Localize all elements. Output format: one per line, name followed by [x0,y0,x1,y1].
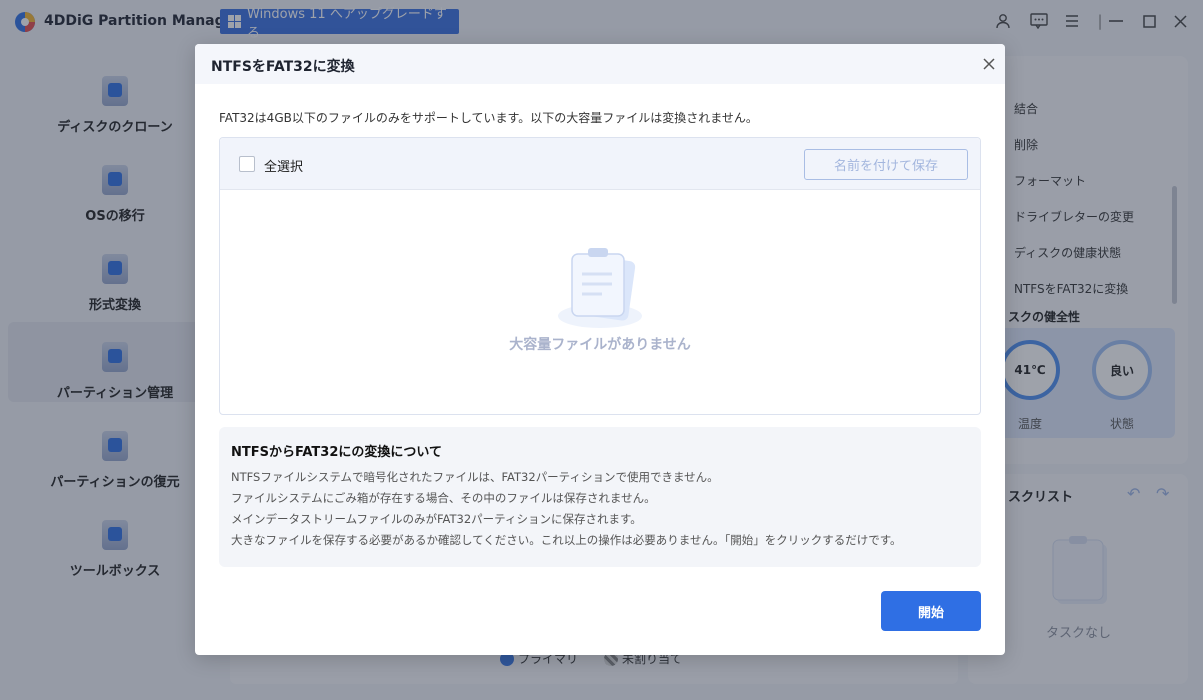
dialog-note: FAT32は4GB以下のファイルのみをサポートしています。以下の大容量ファイルは… [219,111,758,125]
select-all-label[interactable]: 全選択 [264,156,303,175]
convert-dialog: NTFSをFAT32に変換 FAT32は4GB以下のファイルのみをサポートしてい… [195,44,1005,655]
large-file-list: 全選択 名前を付けて保存 大容量ファイルがありません [219,137,981,415]
info-line: メインデータストリームファイルのみがFAT32パーティションに保存されます。 [231,512,642,526]
dialog-header: NTFSをFAT32に変換 [195,44,1005,84]
info-line: NTFSファイルシステムで暗号化されたファイルは、FAT32パーティションで使用… [231,470,719,484]
dialog-title: NTFSをFAT32に変換 [211,59,355,75]
file-list-header: 全選択 名前を付けて保存 [220,138,980,190]
close-icon[interactable] [979,54,999,74]
select-all-checkbox[interactable] [239,156,255,172]
empty-clipboard-icon [558,248,642,328]
info-box: NTFSからFAT32にの変換について NTFSファイルシステムで暗号化されたフ… [219,427,981,567]
info-title: NTFSからFAT32にの変換について [231,445,442,460]
empty-list-text: 大容量ファイルがありません [509,337,691,353]
info-line: ファイルシステムにごみ箱が存在する場合、その中のファイルは保存されません。 [231,491,656,505]
start-button[interactable]: 開始 [881,591,981,631]
save-as-button[interactable]: 名前を付けて保存 [804,149,968,180]
info-line: 大きなファイルを保存する必要があるか確認してください。これ以上の操作は必要ありま… [231,533,902,547]
